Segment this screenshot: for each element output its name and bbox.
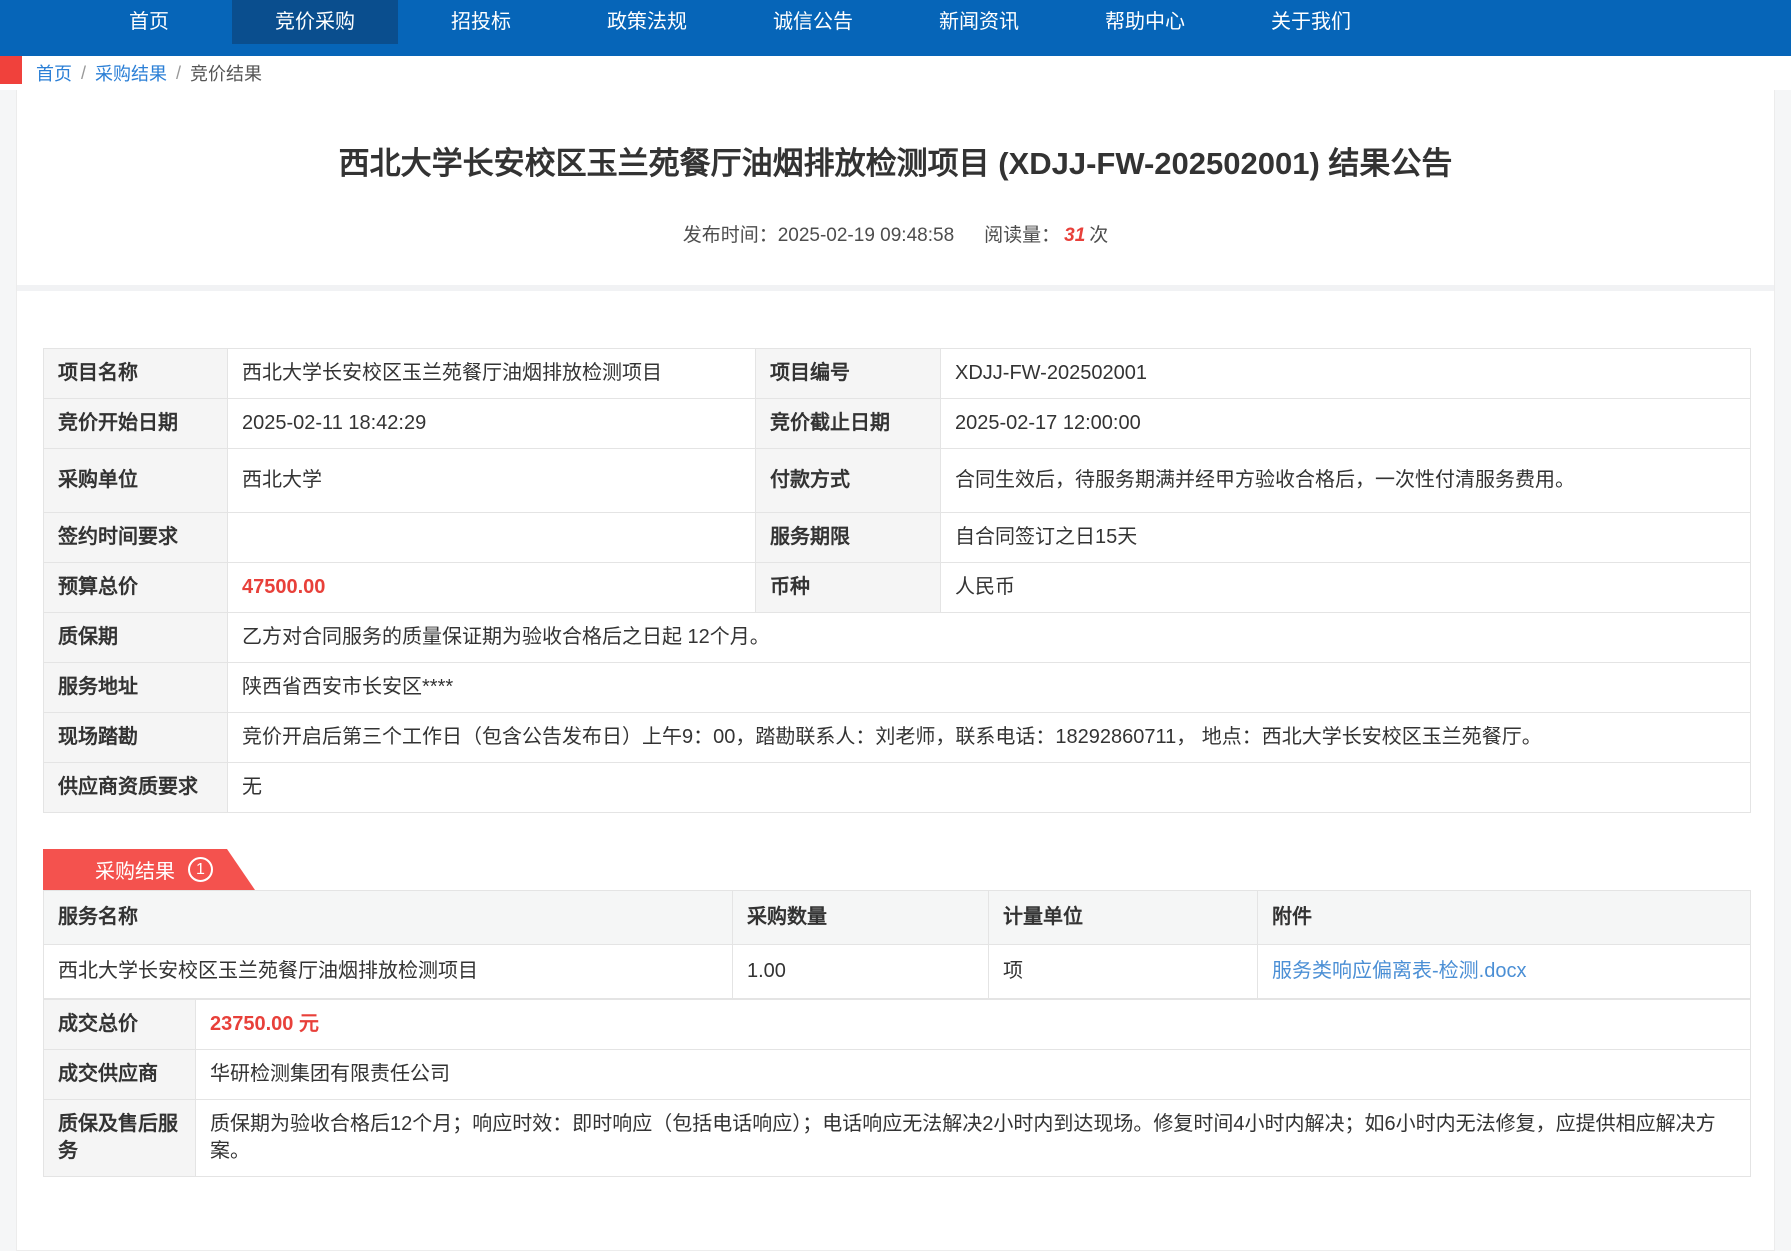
detail-row: 服务地址 陕西省西安市长安区**** [44, 663, 1751, 713]
project-detail-table: 项目名称 西北大学长安校区玉兰苑餐厅油烟排放检测项目 项目编号 XDJJ-FW-… [43, 348, 1751, 813]
detail-value: 无 [228, 763, 1751, 813]
breadcrumb-purchase-results-link[interactable]: 采购结果 [95, 60, 167, 86]
detail-label: 供应商资质要求 [44, 763, 228, 813]
summary-row: 成交供应商 华研检测集团有限责任公司 [44, 1050, 1751, 1100]
detail-value: 2025-02-11 18:42:29 [228, 399, 756, 449]
views-count: 31 [1064, 225, 1085, 246]
breadcrumb: 首页 / 采购结果 / 竞价结果 [0, 56, 1791, 90]
detail-label: 服务地址 [44, 663, 228, 713]
detail-value: 人民币 [941, 563, 1751, 613]
detail-row: 签约时间要求 服务期限 自合同签订之日15天 [44, 513, 1751, 563]
article-meta: 发布时间：2025-02-19 09:48:58 阅读量：31次 [47, 220, 1744, 247]
detail-row: 质保期 乙方对合同服务的质量保证期为验收合格后之日起 12个月。 [44, 613, 1751, 663]
result-quantity: 1.00 [733, 945, 989, 999]
detail-row: 供应商资质要求 无 [44, 763, 1751, 813]
purchase-result-badge-label: 采购结果 [95, 855, 175, 884]
detail-label: 签约时间要求 [44, 513, 228, 563]
detail-value: 陕西省西安市长安区**** [228, 663, 1751, 713]
result-summary-table: 成交总价 23750.00 元 成交供应商 华研检测集团有限责任公司 质保及售后… [43, 999, 1751, 1177]
result-data-row: 西北大学长安校区玉兰苑餐厅油烟排放检测项目 1.00 项 服务类响应偏离表-检测… [44, 945, 1751, 999]
deal-total-price: 23750.00 元 [196, 1000, 1751, 1050]
detail-value: 合同生效后，待服务期满并经甲方验收合格后，一次性付清服务费用。 [941, 449, 1751, 513]
purchase-result-badge-count: 1 [188, 857, 213, 882]
result-header-attachment: 附件 [1258, 891, 1751, 945]
result-header-quantity: 采购数量 [733, 891, 989, 945]
detail-label: 现场踏勘 [44, 713, 228, 763]
detail-value: 乙方对合同服务的质量保证期为验收合格后之日起 12个月。 [228, 613, 1751, 663]
budget-total-value: 47500.00 [228, 563, 756, 613]
page-title: 西北大学长安校区玉兰苑餐厅油烟排放检测项目 (XDJJ-FW-202502001… [47, 142, 1744, 186]
publish-time-value: 2025-02-19 09:48:58 [778, 225, 954, 246]
detail-value: XDJJ-FW-202502001 [941, 349, 1751, 399]
result-service-name: 西北大学长安校区玉兰苑餐厅油烟排放检测项目 [44, 945, 733, 999]
purchase-result-table: 服务名称 采购数量 计量单位 附件 西北大学长安校区玉兰苑餐厅油烟排放检测项目 … [43, 890, 1751, 999]
detail-value: 西北大学长安校区玉兰苑餐厅油烟排放检测项目 [228, 349, 756, 399]
article-body: 项目名称 西北大学长安校区玉兰苑餐厅油烟排放检测项目 项目编号 XDJJ-FW-… [17, 291, 1774, 1207]
detail-value [228, 513, 756, 563]
detail-label: 采购单位 [44, 449, 228, 513]
detail-label: 竞价开始日期 [44, 399, 228, 449]
publish-time-label: 发布时间： [683, 225, 778, 246]
detail-value: 2025-02-17 12:00:00 [941, 399, 1751, 449]
detail-row: 竞价开始日期 2025-02-11 18:42:29 竞价截止日期 2025-0… [44, 399, 1751, 449]
floating-widget[interactable] [0, 56, 22, 84]
detail-label: 项目编号 [756, 349, 941, 399]
summary-label: 成交供应商 [44, 1050, 196, 1100]
views-unit: 次 [1089, 225, 1108, 246]
breadcrumb-separator: / [81, 63, 86, 84]
nav-item-about-us[interactable]: 关于我们 [1228, 0, 1394, 44]
detail-label: 付款方式 [756, 449, 941, 513]
nav-item-news[interactable]: 新闻资讯 [896, 0, 1062, 44]
detail-value: 西北大学 [228, 449, 756, 513]
top-navigation: 首页 竞价采购 招投标 政策法规 诚信公告 新闻资讯 帮助中心 关于我们 [0, 0, 1791, 56]
nav-item-tenders[interactable]: 招投标 [398, 0, 564, 44]
detail-label: 项目名称 [44, 349, 228, 399]
detail-label: 币种 [756, 563, 941, 613]
article-header: 西北大学长安校区玉兰苑餐厅油烟排放检测项目 (XDJJ-FW-202502001… [17, 90, 1774, 285]
detail-value: 竞价开启后第三个工作日（包含公告发布日）上午9：00，踏勘联系人：刘老师，联系电… [228, 713, 1751, 763]
result-header-service-name: 服务名称 [44, 891, 733, 945]
attachment-link[interactable]: 服务类响应偏离表-检测.docx [1272, 960, 1526, 982]
detail-label: 预算总价 [44, 563, 228, 613]
detail-row: 项目名称 西北大学长安校区玉兰苑餐厅油烟排放检测项目 项目编号 XDJJ-FW-… [44, 349, 1751, 399]
nav-item-help-center[interactable]: 帮助中心 [1062, 0, 1228, 44]
detail-row: 现场踏勘 竞价开启后第三个工作日（包含公告发布日）上午9：00，踏勘联系人：刘老… [44, 713, 1751, 763]
breadcrumb-home-link[interactable]: 首页 [36, 60, 72, 86]
views-label: 阅读量： [984, 225, 1060, 246]
warranty-after-sales: 质保期为验收合格后12个月；响应时效：即时响应（包括电话响应）；电话响应无法解决… [196, 1100, 1751, 1177]
content-card: 西北大学长安校区玉兰苑餐厅油烟排放检测项目 (XDJJ-FW-202502001… [16, 90, 1775, 1251]
summary-row: 成交总价 23750.00 元 [44, 1000, 1751, 1050]
result-unit: 项 [989, 945, 1258, 999]
nav-item-policies[interactable]: 政策法规 [564, 0, 730, 44]
detail-row: 采购单位 西北大学 付款方式 合同生效后，待服务期满并经甲方验收合格后，一次性付… [44, 449, 1751, 513]
breadcrumb-separator: / [176, 63, 181, 84]
summary-row: 质保及售后服务 质保期为验收合格后12个月；响应时效：即时响应（包括电话响应）；… [44, 1100, 1751, 1177]
nav-item-home[interactable]: 首页 [66, 0, 232, 44]
detail-row: 预算总价 47500.00 币种 人民币 [44, 563, 1751, 613]
detail-label: 质保期 [44, 613, 228, 663]
nav-item-integrity-notices[interactable]: 诚信公告 [730, 0, 896, 44]
summary-label: 质保及售后服务 [44, 1100, 196, 1177]
result-header-unit: 计量单位 [989, 891, 1258, 945]
detail-label: 竞价截止日期 [756, 399, 941, 449]
deal-supplier: 华研检测集团有限责任公司 [196, 1050, 1751, 1100]
result-header-row: 服务名称 采购数量 计量单位 附件 [44, 891, 1751, 945]
purchase-result-badge: 采购结果 1 [43, 849, 255, 890]
detail-label: 服务期限 [756, 513, 941, 563]
nav-item-bidding-purchase[interactable]: 竞价采购 [232, 0, 398, 44]
breadcrumb-current: 竞价结果 [190, 60, 262, 86]
detail-value: 自合同签订之日15天 [941, 513, 1751, 563]
summary-label: 成交总价 [44, 1000, 196, 1050]
